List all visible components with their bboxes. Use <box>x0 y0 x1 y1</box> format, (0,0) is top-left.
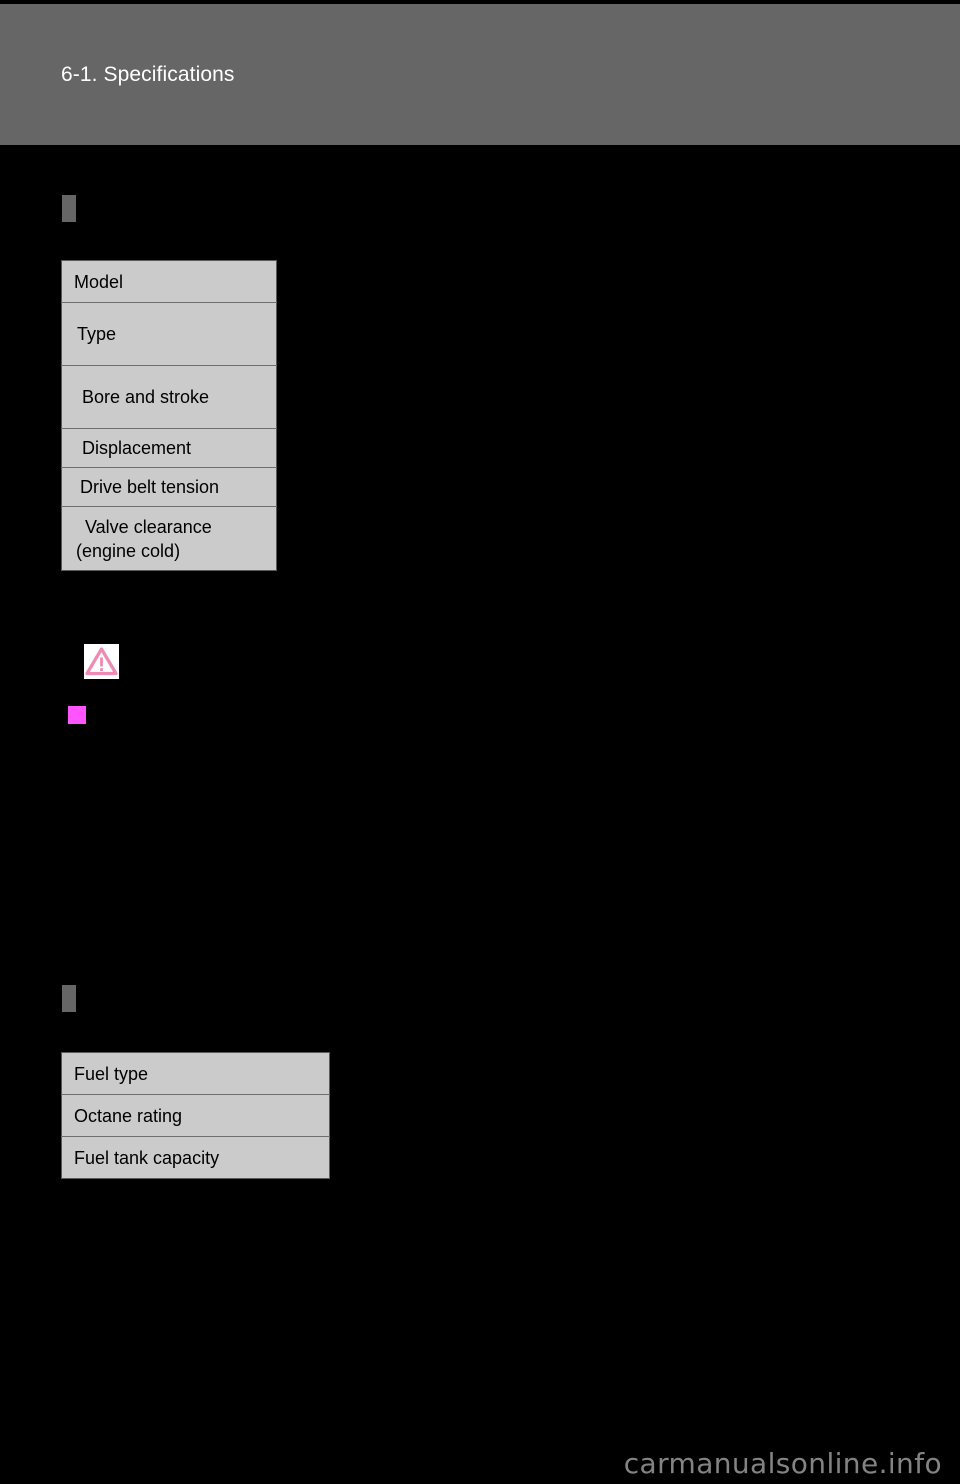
engine-specifications-table: Model Type Bore and stroke Displacement … <box>61 260 277 571</box>
manual-page: 6-1. Specifications Model Type Bore and … <box>0 0 960 1484</box>
spec-label-displacement: Displacement <box>61 428 277 468</box>
spec-label-valve-clearance-line1: Valve clearance <box>85 516 212 537</box>
table-row: Drive belt tension <box>61 467 277 507</box>
warning-triangle-icon <box>84 644 119 679</box>
fuel-specifications-table: Fuel type Octane rating Fuel tank capaci… <box>61 1052 330 1179</box>
page-title: 6-1. Specifications <box>61 63 235 86</box>
spec-label-fuel-type: Fuel type <box>61 1052 330 1095</box>
square-bullet-icon <box>68 706 86 724</box>
section-marker-engine <box>62 195 76 222</box>
table-row: Fuel tank capacity <box>61 1136 330 1179</box>
section-marker-fuel <box>62 985 76 1012</box>
table-row: Valve clearance (engine cold) <box>61 506 277 571</box>
table-row: Model <box>61 260 277 303</box>
spec-label-type: Type <box>61 302 277 366</box>
spec-label-valve-clearance: Valve clearance (engine cold) <box>61 506 277 571</box>
spec-label-bore-and-stroke: Bore and stroke <box>61 365 277 429</box>
table-row: Type <box>61 302 277 366</box>
page-header-band: 6-1. Specifications <box>0 4 960 145</box>
spec-label-fuel-tank-capacity: Fuel tank capacity <box>61 1136 330 1179</box>
table-row: Bore and stroke <box>61 365 277 429</box>
spec-label-octane-rating: Octane rating <box>61 1094 330 1137</box>
table-row: Octane rating <box>61 1094 330 1137</box>
spec-label-valve-clearance-line2: (engine cold) <box>76 540 181 561</box>
site-watermark: carmanualsonline.info <box>623 1447 942 1480</box>
spec-label-drive-belt-tension: Drive belt tension <box>61 467 277 507</box>
spec-label-model: Model <box>61 260 277 303</box>
table-row: Fuel type <box>61 1052 330 1095</box>
table-row: Displacement <box>61 428 277 468</box>
